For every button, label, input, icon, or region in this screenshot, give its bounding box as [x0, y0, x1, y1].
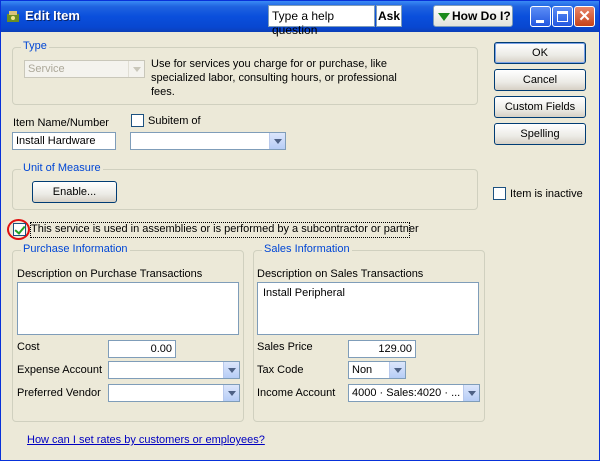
cancel-button[interactable]: Cancel [494, 69, 586, 91]
preferred-vendor-label: Preferred Vendor [17, 387, 101, 399]
preferred-vendor-select[interactable] [108, 384, 240, 402]
edit-item-window: Edit Item Type a help question Ask How D… [0, 0, 600, 461]
cost-input[interactable]: 0.00 [108, 340, 176, 358]
expense-account-select[interactable] [108, 361, 240, 379]
rates-help-link[interactable]: How can I set rates by customers or empl… [27, 434, 265, 446]
assembly-subcontractor-label[interactable]: This service is used in assemblies or is… [31, 223, 419, 235]
unit-of-measure-label: Unit of Measure [21, 162, 103, 174]
maximize-button[interactable] [552, 6, 573, 27]
custom-fields-button[interactable]: Custom Fields [494, 96, 586, 118]
chevron-down-icon [223, 362, 239, 378]
income-account-value: 4000 · Sales:4020 · ... [352, 387, 461, 399]
type-group-label: Type [21, 40, 49, 52]
chevron-down-icon [269, 133, 285, 149]
minimize-button[interactable] [530, 6, 551, 27]
item-name-input[interactable]: Install Hardware [12, 132, 116, 150]
tax-code-select[interactable]: Non [348, 361, 406, 379]
purchase-information-label: Purchase Information [21, 243, 130, 255]
cost-label: Cost [17, 341, 40, 353]
close-icon: ✕ [578, 8, 591, 25]
quickbooks-app-icon [7, 11, 19, 22]
spelling-button[interactable]: Spelling [494, 123, 586, 145]
ok-button[interactable]: OK [494, 42, 586, 64]
type-select-value: Service [28, 63, 65, 75]
chevron-down-icon [223, 385, 239, 401]
purchase-description-label: Description on Purchase Transactions [17, 268, 203, 280]
purchase-description-textarea[interactable] [17, 282, 239, 335]
sales-description-label: Description on Sales Transactions [257, 268, 424, 280]
sales-information-label: Sales Information [262, 243, 352, 255]
item-inactive-label: Item is inactive [510, 188, 583, 200]
sales-price-label: Sales Price [257, 341, 313, 353]
tax-code-value: Non [352, 364, 373, 376]
subitem-select[interactable] [130, 132, 286, 150]
item-name-label: Item Name/Number [13, 117, 109, 129]
dropdown-triangle-icon [438, 13, 450, 21]
maximize-icon [557, 11, 568, 22]
chevron-down-icon [463, 385, 479, 401]
income-account-label: Income Account [257, 387, 336, 399]
close-button[interactable]: ✕ [574, 6, 595, 27]
type-description: Use for services you charge for or purch… [151, 58, 397, 98]
sales-price-input[interactable]: 129.00 [348, 340, 416, 358]
type-select[interactable]: Service [24, 60, 145, 78]
tax-code-label: Tax Code [257, 364, 304, 376]
chevron-down-icon [128, 61, 144, 77]
sales-description-textarea[interactable]: Install Peripheral [257, 282, 479, 335]
enable-uom-button[interactable]: Enable... [32, 181, 117, 203]
assembly-subcontractor-checkbox[interactable] [13, 223, 26, 236]
title-bar[interactable]: Edit Item Type a help question Ask How D… [1, 1, 599, 37]
window-title: Edit Item [25, 8, 80, 23]
chevron-down-icon [389, 362, 405, 378]
ask-button[interactable]: Ask [376, 5, 402, 27]
item-inactive-checkbox[interactable] [493, 187, 506, 200]
expense-account-label: Expense Account [17, 364, 103, 376]
income-account-select[interactable]: 4000 · Sales:4020 · ... [348, 384, 480, 402]
how-do-i-label: How Do I? [452, 9, 511, 23]
subitem-checkbox[interactable] [131, 114, 144, 127]
help-question-input[interactable]: Type a help question [268, 5, 375, 37]
minimize-icon [536, 20, 544, 23]
how-do-i-button[interactable]: How Do I? [433, 5, 513, 27]
subitem-label: Subitem of [148, 115, 201, 127]
